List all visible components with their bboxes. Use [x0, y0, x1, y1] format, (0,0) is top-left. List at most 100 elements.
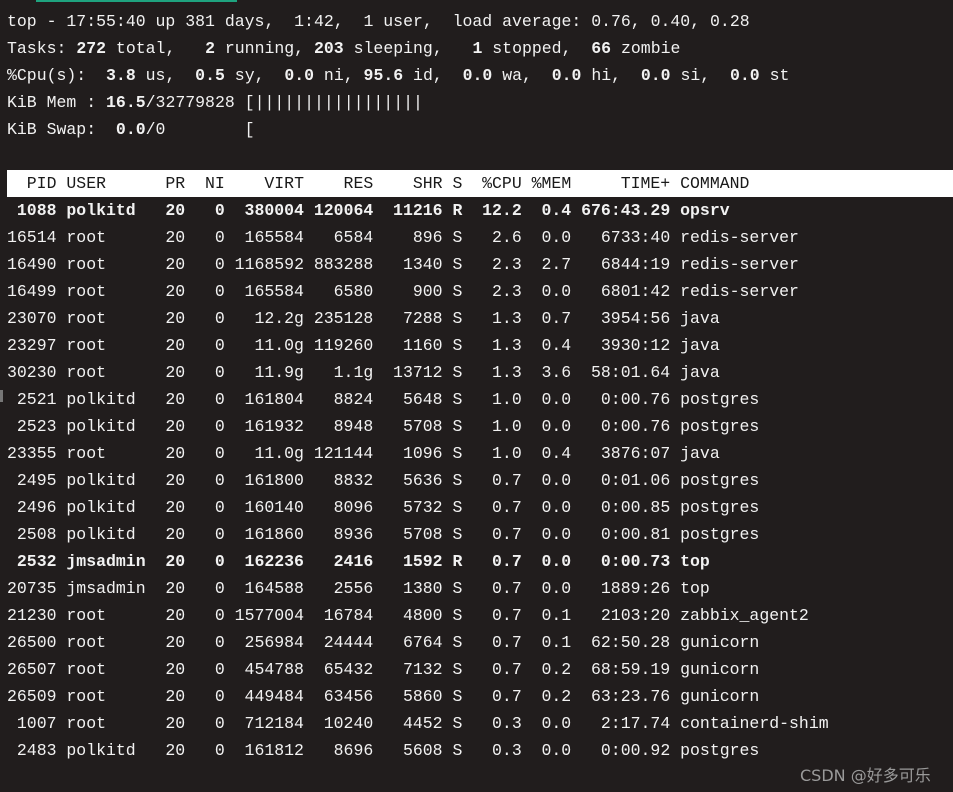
- cell-cpu: 12.2: [482, 201, 522, 220]
- cell-virt: 256984: [244, 633, 304, 652]
- cell-virt: 11.9g: [254, 363, 304, 382]
- cell-user: root: [66, 309, 106, 328]
- process-row[interactable]: 1088 polkitd 20 0 380004 120064 11216 R 12.2 0.4 6…: [7, 197, 953, 224]
- process-row[interactable]: 2508 polkitd 20 0 161860 8936 5708 S 0.7 0.0 0:00.…: [7, 521, 953, 548]
- terminal[interactable]: top - 17:55:40 up 381 days, 1:42, 1 user…: [7, 8, 953, 764]
- cell-pid: 16490: [7, 255, 57, 274]
- cell-ni: 0: [214, 606, 225, 625]
- process-row[interactable]: 26507 root 20 0 454788 65432 7132 S 0.7 0.2 68:59.…: [7, 656, 953, 683]
- cell-pid: 16514: [7, 228, 57, 247]
- process-row[interactable]: 20735 jmsadmin 20 0 164588 2556 1380 S 0.7 0.0 188…: [7, 575, 953, 602]
- column-header-virt: VIRT: [264, 174, 304, 193]
- process-row[interactable]: 26509 root 20 0 449484 63456 5860 S 0.7 0.2 63:23.…: [7, 683, 953, 710]
- cell-pr: 20: [165, 714, 186, 733]
- cpu-st: 0.0: [730, 66, 760, 85]
- process-row[interactable]: 2521 polkitd 20 0 161804 8824 5648 S 1.0 0.0 0:00.…: [7, 386, 953, 413]
- process-row[interactable]: 16499 root 20 0 165584 6580 900 S 2.3 0.0 6801:42 r…: [7, 278, 953, 305]
- cell-command: java: [680, 309, 720, 328]
- cell-mem: 0.4: [541, 201, 572, 220]
- process-row[interactable]: 2483 polkitd 20 0 161812 8696 5608 S 0.3 0.0 0:00.…: [7, 737, 953, 764]
- cell-pid: 1007: [16, 714, 57, 733]
- cell-user: polkitd: [66, 741, 136, 760]
- column-header-ni: NI: [204, 174, 225, 193]
- cell-res: 8824: [333, 390, 374, 409]
- cell-shr: 5732: [402, 498, 443, 517]
- process-row[interactable]: 2523 polkitd 20 0 161932 8948 5708 S 1.0 0.0 0:00.…: [7, 413, 953, 440]
- cell-pid: 1088: [16, 201, 57, 220]
- cell-virt: 160140: [244, 498, 304, 517]
- column-header-user: USER: [66, 174, 106, 193]
- cell-user: polkitd: [66, 390, 136, 409]
- cell-cpu: 0.7: [492, 525, 522, 544]
- label: si,: [670, 66, 730, 85]
- process-row[interactable]: 2495 polkitd 20 0 161800 8832 5636 S 0.7 0.0 0:01.…: [7, 467, 953, 494]
- cell-pid: 21230: [7, 606, 57, 625]
- process-row[interactable]: 30230 root 20 0 11.9g 1.1g 13712 S 1.3 3.6 58:01.6…: [7, 359, 953, 386]
- cell-virt: 165584: [244, 228, 304, 247]
- column-header-cpu: %CPU: [482, 174, 522, 193]
- cell-virt: 161860: [244, 525, 304, 544]
- swap-used: 0.0: [115, 120, 146, 139]
- label: sleeping,: [343, 39, 473, 58]
- cell-pr: 20: [165, 687, 186, 706]
- cell-command: redis-server: [680, 255, 799, 274]
- cell-pid: 23355: [7, 444, 57, 463]
- cell-mem: 0.2: [541, 687, 572, 706]
- cell-virt: 11.0g: [254, 444, 304, 463]
- cell-mem: 0.0: [541, 741, 572, 760]
- process-row[interactable]: 2532 jmsadmin 20 0 162236 2416 1592 R 0.7 0.0 0:00…: [7, 548, 953, 575]
- process-row[interactable]: 23070 root 20 0 12.2g 235128 7288 S 1.3 0.7 3954:5…: [7, 305, 953, 332]
- cell-mem: 3.6: [541, 363, 572, 382]
- cell-cpu: 0.7: [492, 660, 522, 679]
- cell-time: 0:00.73: [600, 552, 671, 571]
- cell-pr: 20: [165, 498, 186, 517]
- label: total,: [106, 39, 206, 58]
- process-row[interactable]: 2496 polkitd 20 0 160140 8096 5732 S 0.7 0.0 0:00.…: [7, 494, 953, 521]
- cell-state: S: [452, 471, 463, 490]
- cell-time: 676:43.29: [581, 201, 671, 220]
- cell-mem: 0.0: [541, 579, 572, 598]
- cell-ni: 0: [214, 336, 225, 355]
- cell-mem: 0.0: [541, 552, 572, 571]
- cell-res: 2556: [333, 579, 374, 598]
- cell-shr: 1340: [402, 255, 443, 274]
- cell-command: top: [680, 552, 710, 571]
- cell-shr: 5636: [402, 471, 443, 490]
- cell-shr: 5708: [402, 417, 443, 436]
- process-row[interactable]: 21230 root 20 0 1577004 16784 4800 S 0.7 0.1 2103:…: [7, 602, 953, 629]
- process-row[interactable]: 26500 root 20 0 256984 24444 6764 S 0.7 0.1 62:50.…: [7, 629, 953, 656]
- cpu-id: 95.6: [363, 66, 404, 85]
- cell-ni: 0: [214, 201, 225, 220]
- cell-command: containerd-shim: [680, 714, 829, 733]
- label: hi,: [581, 66, 641, 85]
- cell-state: S: [452, 309, 463, 328]
- process-row[interactable]: 1007 root 20 0 712184 10240 4452 S 0.3 0.0 2:17.74…: [7, 710, 953, 737]
- column-header-res: RES: [343, 174, 374, 193]
- process-table[interactable]: 1088 polkitd 20 0 380004 120064 11216 R 12.2 0.4 6…: [7, 197, 953, 764]
- cell-pr: 20: [165, 525, 186, 544]
- cell-res: 65432: [323, 660, 374, 679]
- process-row[interactable]: 16514 root 20 0 165584 6584 896 S 2.6 0.0 6733:40 r…: [7, 224, 953, 251]
- uptime-line: top - 17:55:40 up 381 days, 1:42, 1 user…: [7, 12, 750, 31]
- cell-pr: 20: [165, 255, 186, 274]
- tasks-total: 272: [76, 39, 107, 58]
- cell-shr: 5608: [402, 741, 443, 760]
- cell-time: 2:17.74: [600, 714, 671, 733]
- mem-used: 16.5: [106, 93, 146, 112]
- cell-ni: 0: [214, 660, 225, 679]
- cell-cpu: 0.7: [492, 687, 522, 706]
- tasks-running: 2: [205, 39, 215, 58]
- cell-virt: 164588: [244, 579, 304, 598]
- cell-pid: 16499: [7, 282, 57, 301]
- cell-ni: 0: [214, 309, 225, 328]
- cell-pid: 2521: [16, 390, 57, 409]
- column-header-shr: SHR: [412, 174, 443, 193]
- cell-pr: 20: [165, 417, 186, 436]
- cell-pid: 2483: [16, 741, 57, 760]
- active-tab-indicator: [36, 0, 237, 2]
- cell-shr: 900: [412, 282, 443, 301]
- cell-ni: 0: [214, 255, 225, 274]
- process-row[interactable]: 23297 root 20 0 11.0g 119260 1160 S 1.3 0.4 3930:1…: [7, 332, 953, 359]
- process-row[interactable]: 16490 root 20 0 1168592 883288 1340 S 2.3 2.7 6844…: [7, 251, 953, 278]
- process-row[interactable]: 23355 root 20 0 11.0g 121144 1096 S 1.0 0.4 3876:0…: [7, 440, 953, 467]
